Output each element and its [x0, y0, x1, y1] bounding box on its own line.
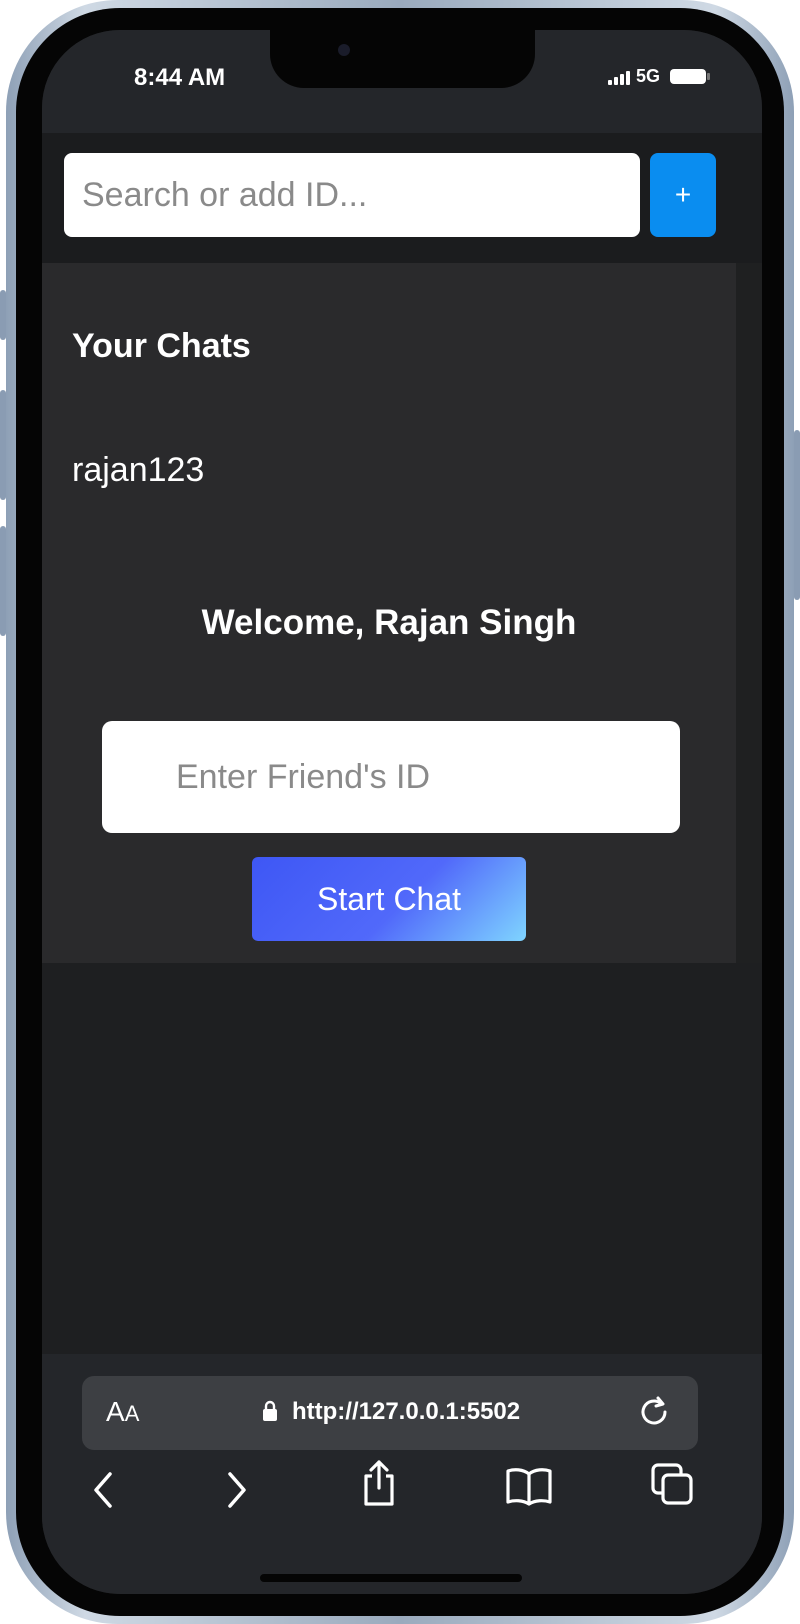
- home-indicator: [260, 1574, 522, 1582]
- back-icon[interactable]: [88, 1468, 118, 1512]
- browser-toolbar: [42, 1460, 762, 1528]
- reader-settings-button[interactable]: AA: [106, 1396, 139, 1428]
- forward-icon[interactable]: [222, 1468, 252, 1512]
- friend-id-input[interactable]: [102, 721, 680, 833]
- chat-list-item[interactable]: rajan123: [72, 451, 204, 490]
- status-time: 8:44 AM: [134, 64, 226, 91]
- search-input[interactable]: [64, 153, 640, 237]
- add-id-button[interactable]: +: [650, 153, 716, 237]
- camera-icon: [338, 44, 350, 56]
- aa-large-label: A: [106, 1396, 125, 1427]
- signal-icon: [607, 69, 630, 85]
- scrollbar-track: [736, 263, 762, 963]
- bookmarks-icon[interactable]: [504, 1464, 554, 1508]
- start-chat-button[interactable]: Start Chat: [252, 857, 526, 941]
- share-icon[interactable]: [358, 1458, 400, 1508]
- url-text[interactable]: http://127.0.0.1:5502: [292, 1398, 520, 1426]
- chat-panel: Your Chats rajan123 Welcome, Rajan Singh…: [42, 263, 736, 963]
- aa-small-label: A: [124, 1401, 140, 1426]
- lock-icon: [263, 1400, 277, 1421]
- power-button: [794, 430, 800, 600]
- battery-icon: [670, 69, 710, 84]
- status-icons: 5G: [607, 66, 710, 87]
- reload-icon[interactable]: [636, 1394, 672, 1430]
- tabs-icon[interactable]: [650, 1462, 696, 1508]
- search-bar: +: [42, 133, 762, 263]
- welcome-text: Welcome, Rajan Singh: [201, 603, 577, 642]
- chats-title: Your Chats: [72, 327, 251, 365]
- phone-screen: 8:44 AM 5G + Your Chats rajan123 Welcome…: [42, 30, 762, 1594]
- address-bar[interactable]: AA http://127.0.0.1:5502: [82, 1376, 698, 1450]
- status-bar: 8:44 AM 5G: [42, 30, 762, 133]
- volume-up-button: [0, 390, 6, 500]
- network-label: 5G: [635, 66, 660, 86]
- volume-down-button: [0, 526, 6, 636]
- notch: [270, 30, 535, 88]
- browser-chrome: AA http://127.0.0.1:5502: [42, 1354, 762, 1594]
- silent-switch: [0, 290, 6, 340]
